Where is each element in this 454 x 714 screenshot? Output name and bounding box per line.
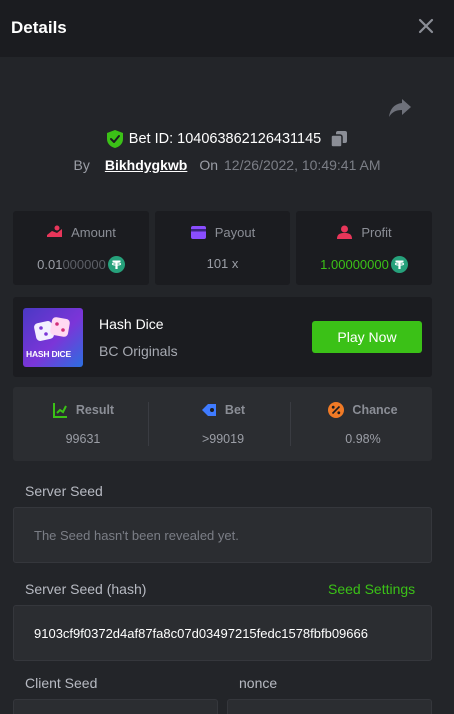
nonce-label: nonce bbox=[239, 675, 278, 691]
bet-id: Bet ID: 104063862126431145 bbox=[128, 131, 322, 147]
server-seed-value: The Seed hasn't been revealed yet. bbox=[34, 527, 239, 543]
chance-value: 0.98% bbox=[345, 432, 381, 446]
divider bbox=[290, 402, 291, 446]
profit-label: Profit bbox=[361, 225, 392, 240]
bet-label: Bet bbox=[224, 403, 246, 417]
seed-settings-link[interactable]: Seed Settings bbox=[328, 581, 415, 597]
nonce-field[interactable] bbox=[227, 699, 432, 714]
server-hash-value: 9103cf9f0372d4af87fa8c07d03497215fedc157… bbox=[34, 625, 368, 641]
username-link[interactable]: Bikhdygkwb bbox=[105, 157, 187, 173]
chance-label: Chance bbox=[352, 403, 398, 417]
bet-author-row: By Bikhdygkwb On 12/26/2022, 10:49:41 AM bbox=[0, 154, 454, 176]
result-icon bbox=[52, 403, 67, 418]
profit-icon bbox=[337, 225, 353, 239]
details-header: Details bbox=[0, 0, 454, 57]
page-title: Details bbox=[11, 18, 67, 37]
server-seed-field: The Seed hasn't been revealed yet. bbox=[13, 507, 432, 563]
dice-icon bbox=[34, 317, 70, 341]
payout-label: Payout bbox=[214, 225, 256, 240]
client-seed-label: Client Seed bbox=[25, 675, 98, 691]
divider bbox=[148, 402, 149, 446]
client-seed-field[interactable] bbox=[13, 699, 218, 714]
game-thumbnail[interactable]: HASH DICE bbox=[23, 308, 83, 367]
close-icon[interactable] bbox=[416, 16, 436, 36]
server-hash-label: Server Seed (hash) bbox=[25, 581, 147, 597]
bet-id-row: Bet ID: 104063862126431145 bbox=[0, 127, 454, 151]
game-name: Hash Dice bbox=[99, 316, 164, 332]
chance-column: Chance 0.98% bbox=[293, 387, 433, 461]
game-provider: BC Originals bbox=[99, 343, 178, 359]
play-now-button[interactable]: Play Now bbox=[312, 321, 422, 353]
on-label: On bbox=[199, 157, 219, 173]
amount-value: 0.01000000 bbox=[37, 257, 106, 272]
payout-icon bbox=[190, 226, 206, 239]
result-column: Result 99631 bbox=[13, 387, 153, 461]
payout-card: Payout 101 x bbox=[155, 211, 290, 285]
tether-coin-icon bbox=[107, 256, 125, 273]
shield-check-icon bbox=[106, 130, 123, 148]
copy-icon[interactable] bbox=[331, 131, 348, 147]
bet-value: >99019 bbox=[201, 432, 245, 446]
result-label: Result bbox=[75, 403, 115, 417]
profit-card: Profit 1.00000000 bbox=[296, 211, 432, 285]
tether-coin-icon bbox=[390, 256, 408, 273]
amount-card: Amount 0.01000000 bbox=[13, 211, 149, 285]
bet-date: 12/26/2022, 10:49:41 AM bbox=[224, 157, 381, 173]
payout-value: 101 x bbox=[206, 256, 239, 271]
server-hash-field[interactable]: 9103cf9f0372d4af87fa8c07d03497215fedc157… bbox=[13, 605, 432, 661]
result-value: 99631 bbox=[65, 432, 101, 446]
bet-column: Bet >99019 bbox=[153, 387, 293, 461]
game-thumb-text: HASH DICE bbox=[26, 349, 71, 359]
profit-value: 1.00000000 bbox=[320, 257, 389, 272]
server-seed-label: Server Seed bbox=[25, 483, 103, 499]
game-card: HASH DICE Hash Dice BC Originals Play No… bbox=[13, 297, 432, 377]
by-label: By bbox=[73, 157, 90, 173]
result-card: Result 99631 Bet >99019 Chance 0.98% bbox=[13, 387, 432, 461]
amount-label: Amount bbox=[71, 225, 116, 240]
bet-icon bbox=[201, 404, 216, 416]
chance-icon bbox=[328, 402, 345, 418]
amount-icon bbox=[47, 225, 63, 237]
share-icon[interactable] bbox=[388, 97, 412, 119]
